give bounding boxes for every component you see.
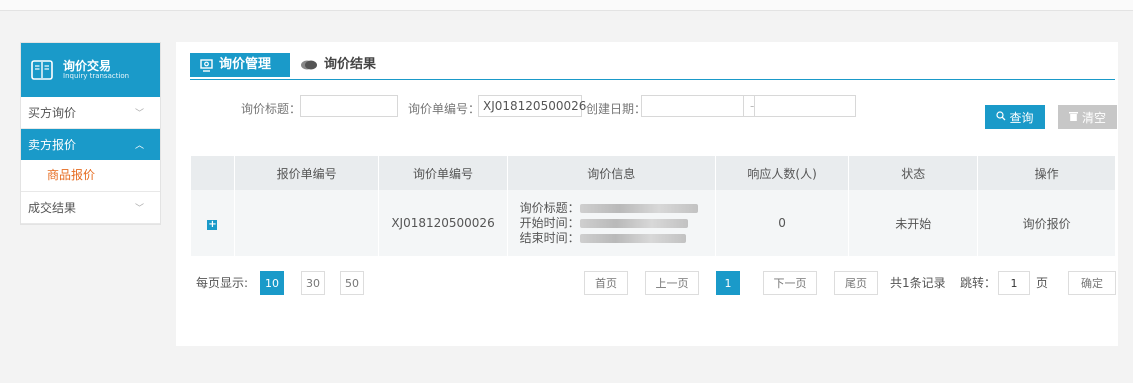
code-label: 询价单编号： xyxy=(408,102,481,116)
chevron-up-icon: ︿ xyxy=(134,141,144,151)
date-label: 创建日期： xyxy=(586,102,647,116)
query-button-label: 查询 xyxy=(1009,110,1034,125)
column-header: 询价信息 xyxy=(506,156,716,190)
quote-no-cell xyxy=(233,190,379,256)
confirm-button[interactable]: 确定 xyxy=(1068,271,1116,295)
prev-page-button[interactable]: 上一页 xyxy=(645,271,699,295)
page-size-50[interactable]: 50 xyxy=(340,271,364,295)
last-page-button[interactable]: 尾页 xyxy=(834,271,878,295)
query-button[interactable]: 查询 xyxy=(985,105,1045,129)
column-header: 状态 xyxy=(848,156,978,190)
sidebar-item-label: 买方询价 xyxy=(28,106,77,120)
sidebar-header: 询价交易 Inquiry transaction xyxy=(21,43,160,97)
current-page-button[interactable]: 1 xyxy=(716,271,740,295)
per-page-label: 每页显示: xyxy=(196,276,249,290)
inquiry-no-link[interactable]: XJ018120500026 xyxy=(378,190,508,256)
inquiry-info-cell: 询价标题： 开始时间： 结束时间： xyxy=(506,190,716,256)
expand-column-header xyxy=(190,156,235,190)
expand-cell[interactable]: + xyxy=(190,190,235,256)
sidebar-item-label: 成交结果 xyxy=(28,201,77,215)
column-header: 操作 xyxy=(977,156,1115,190)
page-size-30[interactable]: 30 xyxy=(301,271,325,295)
info-end-label: 结束时间： xyxy=(519,230,580,245)
next-page-button[interactable]: 下一页 xyxy=(763,271,817,295)
top-bar xyxy=(0,0,1133,11)
column-header: 报价单编号 xyxy=(233,156,379,190)
column-header: 询价单编号 xyxy=(378,156,508,190)
clear-button[interactable]: 清空 xyxy=(1058,105,1117,129)
search-icon xyxy=(996,110,1006,124)
tab-label: 询价管理 xyxy=(219,57,272,72)
sidebar-subitem-product-quote[interactable]: 商品报价 xyxy=(21,160,160,192)
jump-page-input[interactable]: 1 xyxy=(998,271,1030,295)
title-label: 询价标题： xyxy=(241,102,302,116)
table-header-row: 报价单编号 询价单编号 询价信息 响应人数(人) 状态 操作 xyxy=(190,156,1115,190)
title-input[interactable] xyxy=(300,95,398,117)
sidebar-item-buyer-inquiry[interactable]: 买方询价 ﹀ xyxy=(21,97,160,129)
clear-button-label: 清空 xyxy=(1081,110,1106,125)
tab-inquiry-results[interactable]: 询价结果 xyxy=(300,53,376,77)
table-row: + XJ018120500026 询价标题： 开始时间： 结束时间： 0 未开始… xyxy=(190,190,1115,256)
blurred-text xyxy=(579,203,698,213)
sidebar: 询价交易 Inquiry transaction 买方询价 ﹀ 卖方报价 ︿ 商… xyxy=(20,42,161,225)
tab-inquiry-management[interactable]: 询价管理 xyxy=(190,53,290,77)
trash-icon xyxy=(1068,110,1078,124)
start-date-input[interactable] xyxy=(641,95,744,117)
responders-cell: 0 xyxy=(714,190,849,256)
chat-bubble-icon xyxy=(300,59,318,72)
chevron-down-icon: ﹀ xyxy=(134,109,144,119)
end-date-input[interactable] xyxy=(754,95,856,117)
first-page-button[interactable]: 首页 xyxy=(584,271,628,295)
inquiry-table: 报价单编号 询价单编号 询价信息 响应人数(人) 状态 操作 + XJ01812… xyxy=(190,156,1115,256)
main-panel: 询价管理 询价结果 询价标题： 询价单编号： XJ018120500026 创建… xyxy=(176,42,1118,346)
code-input[interactable]: XJ018120500026 xyxy=(478,95,586,117)
sidebar-item-label: 卖方报价 xyxy=(28,138,77,152)
chevron-down-icon: ﹀ xyxy=(134,204,144,214)
sidebar-subtitle: Inquiry transaction xyxy=(63,71,130,80)
column-header: 响应人数(人) xyxy=(714,156,849,190)
total-records: 共1条记录 xyxy=(890,276,946,290)
status-cell: 未开始 xyxy=(848,190,978,256)
info-start-label: 开始时间： xyxy=(519,215,580,230)
jump-label: 跳转： xyxy=(960,276,997,290)
sidebar-item-deal-results[interactable]: 成交结果 ﹀ xyxy=(21,192,160,224)
monitor-icon xyxy=(200,58,213,72)
sidebar-item-seller-quote[interactable]: 卖方报价 ︿ xyxy=(21,129,160,160)
plus-icon[interactable]: + xyxy=(207,220,218,230)
quote-action-link[interactable]: 询价报价 xyxy=(977,190,1115,256)
blurred-text xyxy=(579,218,688,228)
book-icon xyxy=(31,59,53,81)
tab-bar: 询价管理 询价结果 xyxy=(190,53,1115,80)
tab-label: 询价结果 xyxy=(324,57,377,72)
page-size-10[interactable]: 10 xyxy=(260,271,284,295)
blurred-text xyxy=(579,233,686,243)
page-unit: 页 xyxy=(1036,276,1049,290)
sidebar-title: 询价交易 xyxy=(63,59,112,74)
info-title-label: 询价标题： xyxy=(519,200,580,215)
